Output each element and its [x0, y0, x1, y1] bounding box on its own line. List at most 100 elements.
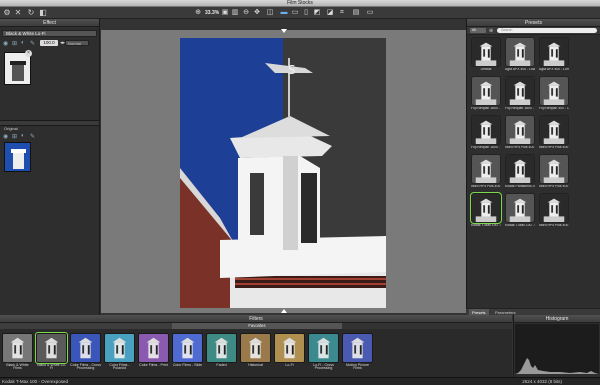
opacity-field[interactable]: 100.0: [40, 40, 58, 46]
preset-thumbnail: [505, 154, 535, 184]
preset-item[interactable]: Kodak T-Max 100 - Overexp...: [470, 192, 502, 229]
filters-header: Filters: [0, 315, 512, 323]
filter-label: Black & White Lo-Fi: [37, 362, 66, 371]
photo-preview: S: [180, 38, 386, 308]
layers-icon[interactable]: ⊞: [12, 133, 17, 140]
preset-item[interactable]: Ilford HP5 Plus 400 - Portra 120: [539, 154, 569, 190]
tab-favorites[interactable]: Favorites: [172, 323, 342, 329]
preset-thumbnail: [505, 193, 535, 223]
filter-item[interactable]: Historical: [240, 333, 271, 375]
preset-label: Ilford HP5 Plus 400 - Underex...: [539, 223, 569, 227]
histogram-panel: Histogram: [513, 315, 600, 377]
lock-icon[interactable]: ⊞: [12, 40, 17, 47]
zoom-level[interactable]: 33.3%: [205, 9, 219, 17]
original-thumbnail[interactable]: [4, 142, 31, 172]
toolbar: ⚙ ✕ ↻ ◧ ⊕ 33.3% ▣ ▥ ⊖ ✥ ◫ ▬ ▭ ▯ ◩ ◪ ⌗ ▤ …: [0, 7, 600, 19]
brush-icon[interactable]: ✎: [30, 133, 35, 140]
preset-thumbnail: [470, 192, 502, 224]
blend-mode-select[interactable]: Normal: [65, 40, 89, 46]
filter-item[interactable]: Color Films - Print: [138, 333, 169, 375]
single-view-icon[interactable]: ▬: [280, 8, 288, 18]
preset-item[interactable]: Ilford HP5 Plus 400 - Stand H+: [505, 115, 535, 151]
mask-tool-icon[interactable]: ◐: [21, 133, 25, 139]
filter-item[interactable]: Color Films - Slide: [172, 333, 203, 375]
presets-search-input[interactable]: Search: [497, 28, 597, 33]
fit-icon[interactable]: ▣: [221, 8, 229, 18]
effect-controls: ◉ ⊞ ◐ ✎ 100.0 ◂▸ Normal: [0, 39, 99, 48]
preset-thumbnail: [471, 76, 501, 106]
mask-tool-icon[interactable]: ◐: [21, 40, 25, 46]
crop-icon[interactable]: ⌗: [338, 8, 346, 18]
side-by-side-icon[interactable]: ▭: [291, 8, 299, 18]
preset-item[interactable]: Fuji Neopan 1600 - Unde...: [471, 115, 501, 151]
preset-item[interactable]: Ilford HP5 Plus 400 - Unde...: [471, 154, 501, 190]
preview-icon[interactable]: ▭: [366, 8, 374, 18]
preset-item[interactable]: Ilford HP5 Plus 400 - Underex...: [539, 193, 569, 229]
preset-label: Kodak T-Max 100 - Overexp...: [471, 223, 501, 227]
preset-item[interactable]: Kodak Panatomic-X9: [505, 154, 535, 190]
filter-item[interactable]: Color Films - Polaroid: [104, 333, 135, 375]
mask-icon[interactable]: ◩: [313, 8, 321, 18]
preset-label: Kodak Panatomic-X9: [505, 184, 535, 188]
filter-item[interactable]: Motion Picture Films: [342, 333, 373, 375]
preset-item[interactable]: Kodak T-Max 100 - Underex...: [505, 193, 535, 229]
filter-thumbnail: [104, 333, 135, 363]
filter-label: Color Films - Cross Processing: [70, 362, 101, 371]
presets-header: Presets: [467, 19, 600, 27]
preset-label: Fuji Neopan 1600 - Lomo: [505, 106, 535, 110]
split-view-icon[interactable]: ◫: [266, 8, 274, 18]
eye-icon[interactable]: ◉: [3, 40, 8, 47]
effect-header: Effect: [0, 19, 99, 27]
preset-item[interactable]: Default: [471, 37, 501, 73]
preset-item[interactable]: Agfa APX 400 - Low...: [505, 37, 535, 73]
preset-item[interactable]: Ilford HP5 Plus 400 - Overexp...: [539, 115, 569, 151]
filter-item[interactable]: Lo-Fi - Cross Processing: [308, 333, 339, 375]
preset-item[interactable]: Fuji Neopan 1600 - Unde...: [471, 76, 501, 112]
filter-label: Black & White Films: [6, 362, 29, 371]
gear-icon[interactable]: ⚙: [2, 8, 12, 18]
brush-icon[interactable]: ✎: [30, 40, 35, 47]
filter-thumbnail: [35, 332, 68, 364]
refresh-icon[interactable]: ↻: [26, 8, 36, 18]
filter-item[interactable]: Lo-Fi: [274, 333, 305, 375]
split-vertical-icon[interactable]: ▯: [302, 8, 310, 18]
preset-thumbnail: [471, 115, 501, 145]
filter-thumbnail: [172, 333, 203, 363]
filter-item[interactable]: Black & White Films: [2, 333, 33, 375]
filter-item[interactable]: Color Films - Cross Processing: [70, 333, 101, 375]
preset-thumbnail: [539, 37, 569, 67]
preset-thumbnail: [505, 76, 535, 106]
window-title: Film Stocks: [0, 0, 600, 7]
presets-filter-select[interactable]: All: [470, 28, 486, 33]
filter-thumbnail: [240, 333, 271, 363]
preset-item[interactable]: Fuji Neopan 400 - Overex...: [539, 76, 569, 112]
status-left: Kodak T-Max 100 - Overexposed: [2, 379, 68, 384]
histogram-toggle-icon[interactable]: ▤: [352, 8, 360, 18]
filter-thumbnail: [70, 333, 101, 363]
zoom-out-icon[interactable]: ⊖: [242, 8, 250, 18]
preset-item[interactable]: Agfa APX 400 - Lomo LCA: [539, 37, 569, 73]
before-after-icon[interactable]: ◪: [326, 8, 334, 18]
filter-item[interactable]: Black & White Lo-Fi: [35, 332, 68, 375]
preset-thumbnail: [505, 115, 535, 145]
eye-icon[interactable]: ◉: [3, 133, 8, 140]
filter-thumbnail: [2, 333, 33, 363]
remove-effect-icon[interactable]: ×: [25, 50, 32, 57]
preset-label: Fuji Neopan 1600 - Unde...: [471, 106, 501, 110]
zoom-in-icon[interactable]: ⊕: [194, 8, 202, 18]
image-canvas[interactable]: S: [101, 29, 466, 313]
split-handle-top[interactable]: [281, 29, 287, 33]
pan-icon[interactable]: ✥: [253, 8, 261, 18]
grid-icon[interactable]: ▥: [231, 8, 239, 18]
filter-item[interactable]: Faded: [206, 333, 237, 375]
add-preset-icon[interactable]: ⊕: [489, 28, 493, 34]
preset-item[interactable]: Fuji Neopan 1600 - Lomo: [505, 76, 535, 112]
filter-thumbnail: [308, 333, 339, 363]
split-handle-bottom[interactable]: [281, 309, 287, 313]
close-icon[interactable]: ✕: [13, 8, 23, 18]
effect-preset-field[interactable]: Black & White Lo-Fi: [2, 30, 97, 37]
compare-icon[interactable]: ◧: [38, 8, 48, 18]
filter-label: Lo-Fi - Cross Processing: [313, 362, 334, 371]
filter-label: Faded: [216, 362, 227, 367]
preset-label: Fuji Neopan 400 - Overex...: [539, 106, 569, 110]
